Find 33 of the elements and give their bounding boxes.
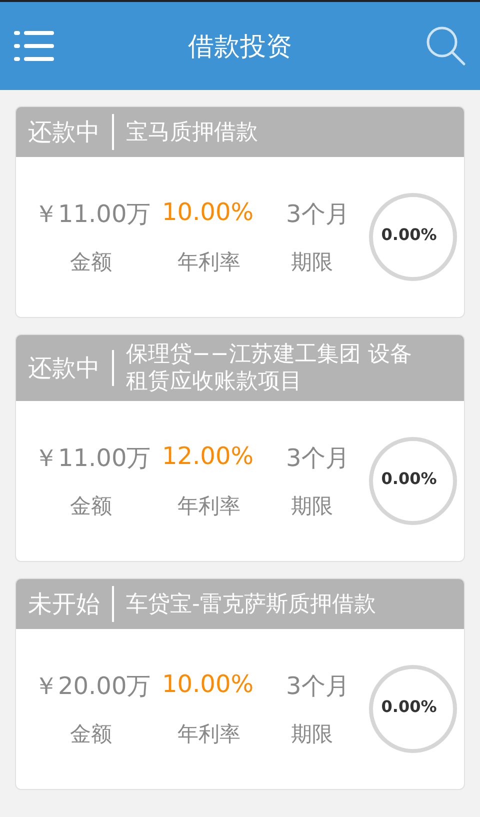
rate-label: 年利率 <box>178 721 242 748</box>
loan-title: 保理贷−−江苏建工集团 设备租赁应收账款项目 <box>125 341 413 395</box>
amount-label: 金额 <box>70 493 113 520</box>
loan-card[interactable]: 未开始 车贷宝-雷克萨斯质押借款 ￥20.00万 10.00% 3个月 金额 年利率 期限 0.00% <box>15 578 465 790</box>
term-value: 3个月 <box>285 199 350 230</box>
loan-status: 还款中 <box>28 350 114 386</box>
rate-value: 10.00% <box>162 670 255 700</box>
amount-label: 金额 <box>70 721 113 748</box>
rate-value: 10.00% <box>162 198 255 228</box>
progress-reading: 0.00% <box>380 225 438 244</box>
rate-label: 年利率 <box>178 493 242 520</box>
loan-status: 未开始 <box>28 586 114 622</box>
amount-value: ￥20.00万 <box>34 671 152 702</box>
search-icon[interactable] <box>426 26 466 66</box>
term-label: 期限 <box>291 249 334 276</box>
term-label: 期限 <box>291 721 334 748</box>
amount-value: ￥11.00万 <box>34 199 152 230</box>
amount-value: ￥11.00万 <box>34 443 152 474</box>
menu-icon[interactable] <box>14 31 54 61</box>
loan-title: 车贷宝-雷克萨斯质押借款 <box>125 590 377 618</box>
rate-value: 12.00% <box>162 442 255 472</box>
term-label: 期限 <box>291 493 334 520</box>
progress-reading: 0.00% <box>380 697 438 716</box>
loan-status: 还款中 <box>28 114 114 150</box>
screen-title: 借款投资 <box>188 30 292 64</box>
term-value: 3个月 <box>285 443 350 474</box>
rate-label: 年利率 <box>178 249 242 276</box>
loan-title: 宝马质押借款 <box>125 118 259 146</box>
loan-card[interactable]: 还款中 保理贷−−江苏建工集团 设备租赁应收账款项目 ￥11.00万 12.00% 3个月 金额 年利率 期限 0.00% <box>15 334 465 562</box>
loan-card[interactable]: 还款中 宝马质押借款 ￥11.00万 10.00% 3个月 金额 年利率 期限 0.00% <box>15 106 465 318</box>
progress-reading: 0.00% <box>380 469 438 488</box>
term-value: 3个月 <box>285 671 350 702</box>
amount-label: 金额 <box>70 249 113 276</box>
